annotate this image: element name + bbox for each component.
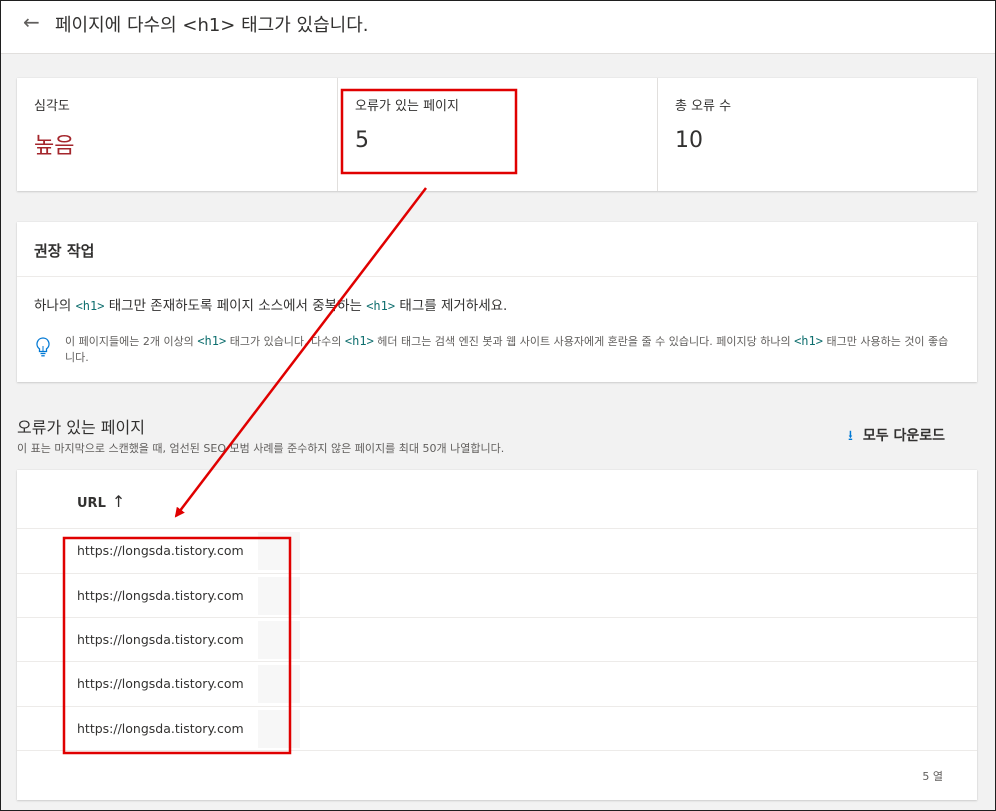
- recommendation-title: 권장 작업: [34, 242, 95, 260]
- code-tag: <h1>: [197, 334, 227, 348]
- divider: [17, 276, 977, 277]
- url-cell[interactable]: https://longsda.tistory.com: [77, 543, 244, 558]
- text: 태그만 존재하도록 페이지 소스에서 중복하는: [104, 298, 367, 314]
- text: 이 페이지들에는 2개 이상의: [65, 335, 198, 348]
- table-row[interactable]: https://longsda.tistory.com: [17, 618, 977, 662]
- section-title: 오류가 있는 페이지: [17, 418, 145, 437]
- text: 태그를 제거하세요.: [395, 298, 508, 314]
- lightbulb-icon: [36, 337, 50, 357]
- metric-severity: 심각도 높음: [17, 78, 337, 191]
- column-label: URL: [77, 496, 106, 511]
- redaction-mask: [258, 532, 300, 570]
- text: 태그가 있습니다. 다수의: [226, 335, 345, 348]
- header-bar: ← 페이지에 다수의 <h1> 태그가 있습니다.: [1, 1, 995, 54]
- code-tag: <h1>: [344, 334, 374, 348]
- download-label: 모두 다운로드: [862, 428, 946, 444]
- metrics-card: 심각도 높음 오류가 있는 페이지 5 총 오류 수 10: [17, 78, 977, 191]
- redaction-mask: [258, 710, 300, 748]
- metric-label: 총 오류 수: [675, 99, 732, 114]
- recommendation-tip: 이 페이지들에는 2개 이상의 <h1> 태그가 있습니다. 다수의 <h1> …: [65, 333, 955, 366]
- code-tag: <h1>: [794, 334, 823, 348]
- code-tag: <h1>: [366, 299, 396, 313]
- text: 하나의: [34, 298, 76, 314]
- redaction-mask: [258, 577, 300, 615]
- row-count: 5 열: [922, 770, 943, 783]
- page-title: 페이지에 다수의 <h1> 태그가 있습니다.: [55, 15, 369, 36]
- pages-table: URL ↑ https://longsda.tistory.com https:/…: [17, 470, 977, 800]
- metric-value: 10: [675, 128, 703, 153]
- metric-pages-with-errors: 오류가 있는 페이지 5: [337, 78, 658, 191]
- metric-label: 오류가 있는 페이지: [355, 99, 459, 114]
- metric-value: 높음: [34, 134, 75, 159]
- metric-total-errors: 총 오류 수 10: [657, 78, 978, 191]
- redaction-mask: [258, 621, 300, 659]
- url-cell[interactable]: https://longsda.tistory.com: [77, 588, 244, 603]
- table-row[interactable]: https://longsda.tistory.com: [17, 707, 977, 751]
- divider: [17, 750, 977, 751]
- recommendation-text: 하나의 <h1> 태그만 존재하도록 페이지 소스에서 중복하는 <h1> 태그…: [34, 294, 507, 314]
- text: 헤더 태그는 검색 엔진 봇과 웹 사이트 사용자에게 혼란을 줄 수 있습니다…: [373, 335, 795, 348]
- code-tag: <h1>: [75, 299, 105, 313]
- section-description: 이 표는 마지막으로 스캔했을 때, 엄선된 SEO 모범 사례를 준수하지 않…: [17, 442, 505, 455]
- url-column-header[interactable]: URL ↑: [77, 492, 125, 511]
- recommendation-card: 권장 작업 하나의 <h1> 태그만 존재하도록 페이지 소스에서 중복하는 <…: [17, 222, 977, 382]
- redaction-mask: [258, 665, 300, 703]
- url-cell[interactable]: https://longsda.tistory.com: [77, 721, 244, 736]
- download-icon: ⭳: [848, 428, 853, 444]
- table-row[interactable]: https://longsda.tistory.com: [17, 574, 977, 618]
- sort-ascending-icon: ↑: [111, 492, 126, 511]
- back-arrow-icon[interactable]: ←: [23, 10, 40, 34]
- download-all-button[interactable]: ⭳ 모두 다운로드: [848, 425, 945, 449]
- table-row[interactable]: https://longsda.tistory.com: [17, 529, 977, 573]
- metric-value: 5: [355, 128, 369, 153]
- url-cell[interactable]: https://longsda.tistory.com: [77, 632, 244, 647]
- table-row[interactable]: https://longsda.tistory.com: [17, 662, 977, 706]
- metric-label: 심각도: [34, 99, 70, 114]
- url-cell[interactable]: https://longsda.tistory.com: [77, 676, 244, 691]
